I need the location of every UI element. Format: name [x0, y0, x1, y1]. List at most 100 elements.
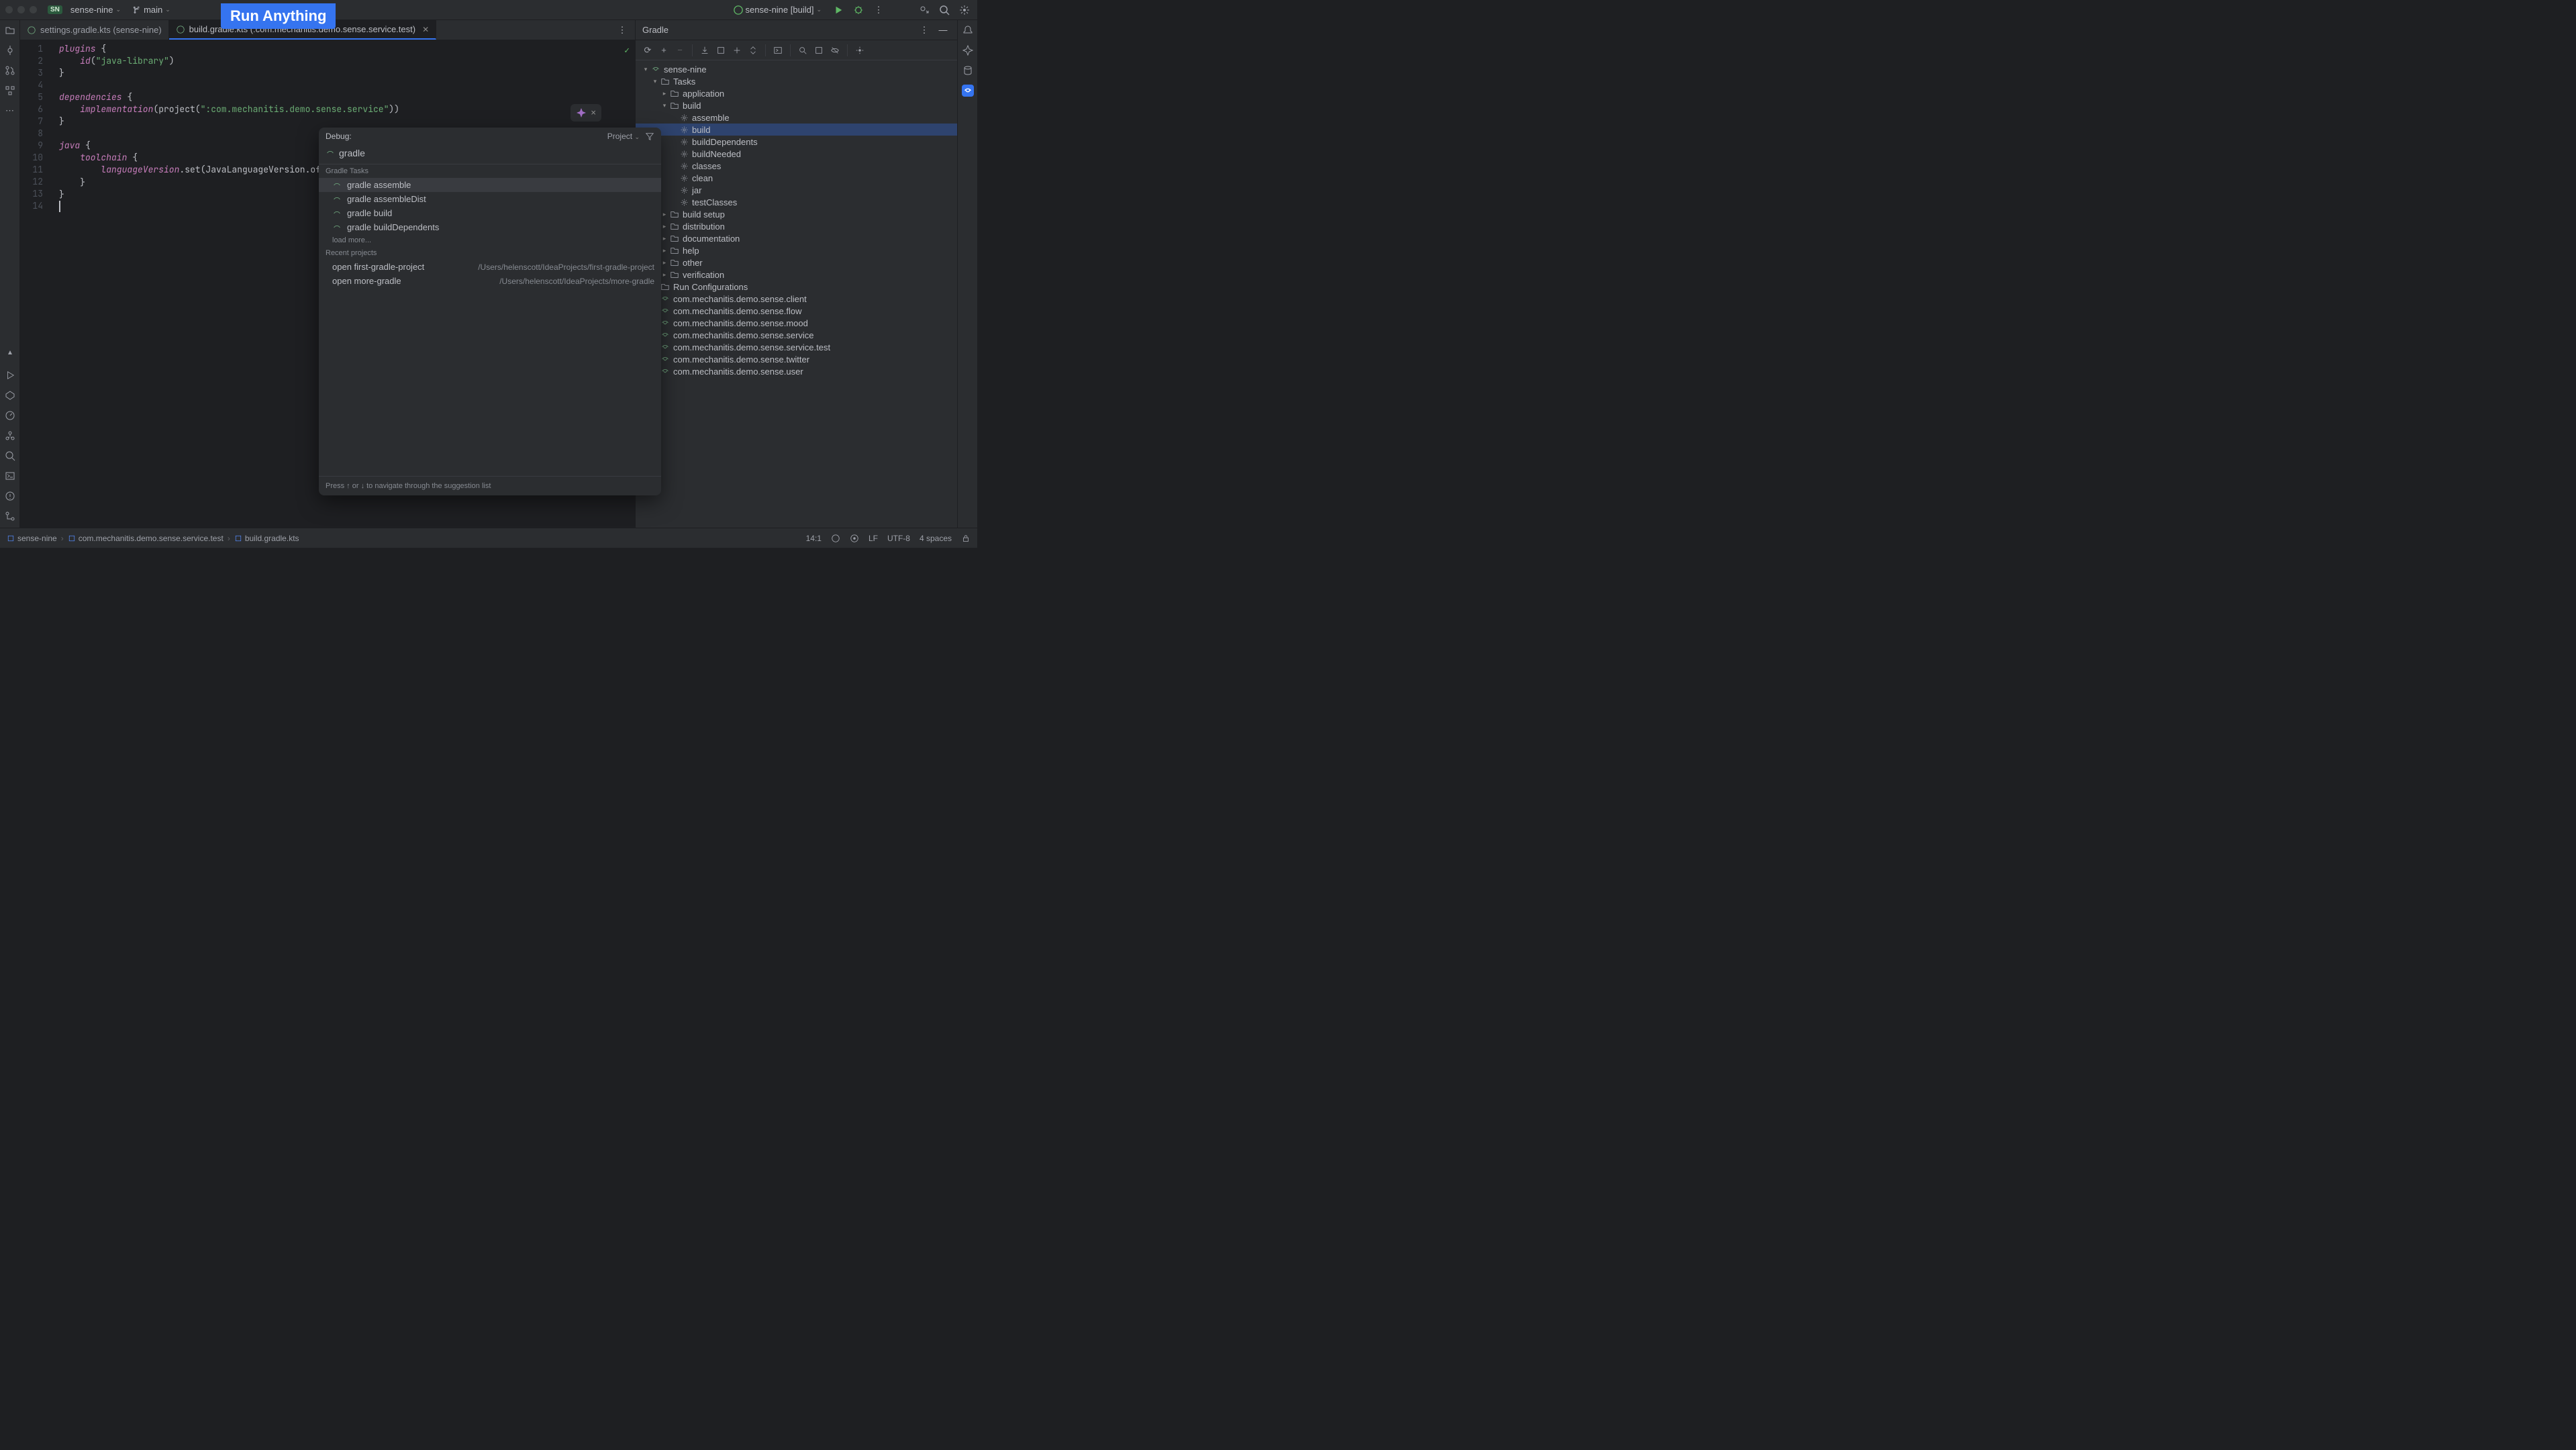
database-button[interactable] — [962, 64, 974, 77]
tree-row[interactable]: buildDependents — [636, 136, 957, 148]
tree-chevron-icon[interactable]: ▾ — [641, 66, 650, 73]
editor-tab[interactable]: settings.gradle.kts (sense-nine) — [20, 20, 169, 40]
minimize-window[interactable] — [17, 6, 25, 13]
tree-row[interactable]: classes — [636, 160, 957, 172]
tree-chevron-icon[interactable]: ▸ — [660, 247, 669, 254]
dependencies-tool-button[interactable] — [4, 430, 16, 442]
caret-position[interactable]: 14:1 — [806, 534, 822, 543]
load-more-link[interactable]: load more... — [319, 234, 661, 246]
notifications-button[interactable] — [962, 24, 974, 36]
more-tools-button[interactable]: ⋯ — [4, 105, 16, 117]
tree-row[interactable]: testClasses — [636, 196, 957, 208]
tree-chevron-icon[interactable]: ▸ — [660, 271, 669, 279]
indent[interactable]: 4 spaces — [920, 534, 952, 543]
gradle-tree[interactable]: ▾sense-nine▾Tasks▸application▾buildassem… — [636, 60, 957, 528]
tree-row[interactable]: ▸verification — [636, 269, 957, 281]
tree-row[interactable]: clean — [636, 172, 957, 184]
commit-tool-button[interactable] — [4, 44, 16, 56]
problems-tool-button[interactable] — [4, 490, 16, 502]
tree-row[interactable]: ▸other — [636, 256, 957, 269]
terminal-tool-button[interactable] — [4, 470, 16, 482]
run-anything-item[interactable]: gradle assemble — [319, 178, 661, 192]
build-tool-button[interactable] — [4, 389, 16, 401]
tree-row[interactable]: ▸application — [636, 87, 957, 99]
code-with-me-button[interactable] — [917, 3, 932, 17]
tree-chevron-icon[interactable]: ▸ — [660, 90, 669, 97]
search-everywhere-button[interactable] — [937, 3, 952, 17]
project-selector[interactable]: sense-nine ⌄ — [66, 3, 125, 16]
tree-chevron-icon[interactable]: ▾ — [660, 102, 669, 109]
tree-chevron-icon[interactable]: ▸ — [660, 235, 669, 242]
services-tool-button[interactable] — [4, 349, 16, 361]
filter-icon[interactable] — [645, 132, 654, 141]
navigator-icon[interactable] — [831, 534, 840, 543]
remove-icon[interactable]: − — [673, 44, 687, 57]
breadcrumb-item[interactable]: sense-nine — [7, 534, 57, 543]
run-anything-item[interactable]: gradle buildDependents — [319, 220, 661, 234]
execute-icon[interactable] — [812, 44, 826, 57]
run-button[interactable] — [831, 3, 846, 17]
tree-row[interactable]: com.mechanitis.demo.sense.twitter — [636, 353, 957, 365]
tree-row[interactable]: ▸documentation — [636, 232, 957, 244]
tree-row[interactable]: com.mechanitis.demo.sense.mood — [636, 317, 957, 329]
breadcrumb-item[interactable]: build.gradle.kts — [234, 534, 299, 543]
tree-row[interactable]: assemble — [636, 111, 957, 124]
tree-chevron-icon[interactable]: ▸ — [660, 211, 669, 218]
refresh-icon[interactable]: ⟳ — [641, 44, 654, 57]
run-config-selector[interactable]: sense-nine [build] ⌄ — [730, 3, 826, 16]
debug-button[interactable] — [851, 3, 866, 17]
more-actions-button[interactable]: ⋮ — [871, 3, 886, 17]
close-tab-button[interactable]: ✕ — [422, 25, 429, 34]
tree-row[interactable]: Run Configurations — [636, 281, 957, 293]
run-anything-input[interactable] — [339, 148, 654, 158]
collapse-all-icon[interactable] — [746, 44, 760, 57]
build-settings-icon[interactable] — [853, 44, 866, 57]
run-tool-button[interactable] — [4, 369, 16, 381]
line-separator[interactable]: LF — [869, 534, 878, 543]
project-tool-button[interactable] — [4, 24, 16, 36]
vcs-tool-button[interactable] — [4, 510, 16, 522]
tree-chevron-icon[interactable]: ▾ — [650, 78, 660, 85]
tree-row[interactable]: ▸distribution — [636, 220, 957, 232]
options-button[interactable]: ⋮ — [917, 23, 932, 38]
show-ignored-icon[interactable] — [828, 44, 842, 57]
tree-row[interactable]: com.mechanitis.demo.sense.flow — [636, 305, 957, 317]
tree-row[interactable]: ▸build setup — [636, 208, 957, 220]
run-anything-item[interactable]: gradle assembleDist — [319, 192, 661, 206]
profiler-tool-button[interactable] — [4, 409, 16, 422]
ai-assistant-button[interactable] — [962, 44, 974, 56]
tree-row[interactable]: com.mechanitis.demo.sense.service.test — [636, 341, 957, 353]
expand-collapse-icon[interactable] — [730, 44, 744, 57]
run-anything-recent-item[interactable]: open more-gradle/Users/helenscott/IdeaPr… — [319, 274, 661, 288]
add-icon[interactable]: + — [657, 44, 671, 57]
tree-row[interactable]: ▾build — [636, 99, 957, 111]
run-task-icon[interactable] — [771, 44, 785, 57]
tree-row[interactable]: com.mechanitis.demo.sense.service — [636, 329, 957, 341]
tree-row[interactable]: buildNeeded — [636, 148, 957, 160]
run-anything-recent-item[interactable]: open first-gradle-project/Users/helensco… — [319, 260, 661, 274]
tree-row[interactable]: ▾sense-nine — [636, 63, 957, 75]
minimize-button[interactable]: — — [936, 23, 950, 38]
scope-selector[interactable]: Project ⌄ — [607, 132, 640, 141]
branch-selector[interactable]: main ⌄ — [129, 3, 175, 16]
readonly-toggle-icon[interactable] — [961, 534, 971, 543]
run-anything-item[interactable]: gradle build — [319, 206, 661, 220]
encoding[interactable]: UTF-8 — [887, 534, 910, 543]
find-tool-button[interactable] — [4, 450, 16, 462]
highlight-level-icon[interactable] — [850, 534, 859, 543]
tree-row[interactable]: ▸help — [636, 244, 957, 256]
download-sources-icon[interactable] — [698, 44, 711, 57]
pull-requests-tool-button[interactable] — [4, 64, 16, 77]
settings-button[interactable] — [957, 3, 972, 17]
tree-row[interactable]: com.mechanitis.demo.sense.client — [636, 293, 957, 305]
tree-row[interactable]: ▾Tasks — [636, 75, 957, 87]
tree-chevron-icon[interactable]: ▸ — [660, 223, 669, 230]
analyze-icon[interactable] — [796, 44, 809, 57]
breadcrumb-item[interactable]: com.mechanitis.demo.sense.service.test — [68, 534, 224, 543]
zoom-window[interactable] — [30, 6, 37, 13]
tree-row[interactable]: com.mechanitis.demo.sense.user — [636, 365, 957, 377]
toggle-offline-icon[interactable] — [714, 44, 728, 57]
close-window[interactable] — [5, 6, 13, 13]
gradle-button[interactable] — [962, 85, 974, 97]
tree-chevron-icon[interactable]: ▸ — [660, 259, 669, 267]
